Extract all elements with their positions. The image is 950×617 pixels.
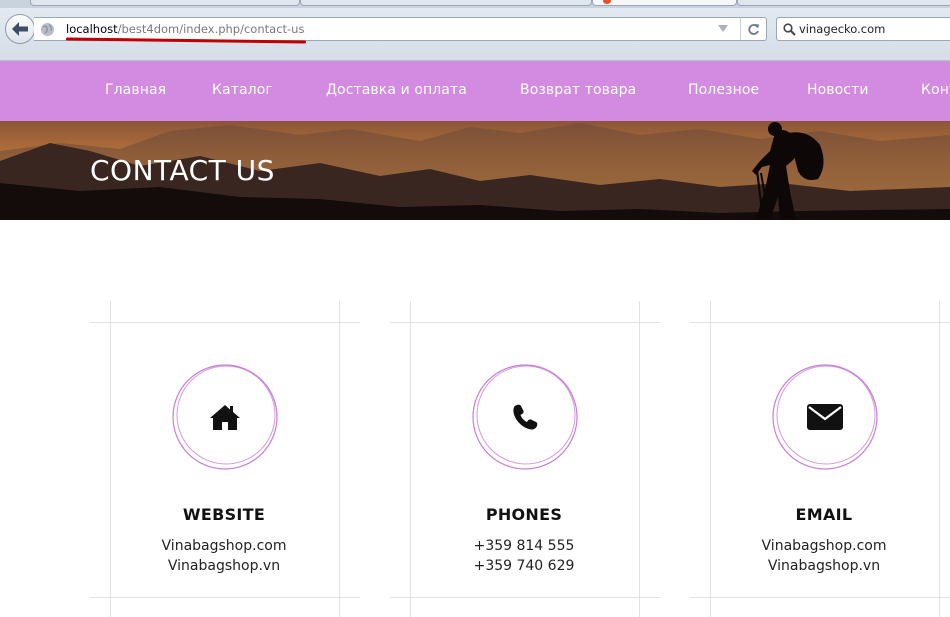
page-title: CONTACT US bbox=[90, 154, 275, 187]
contact-card-phones: PHONES +359 814 555 +359 740 629 bbox=[410, 322, 638, 617]
browser-tab-active[interactable] bbox=[592, 0, 737, 6]
icon-ring bbox=[770, 362, 880, 472]
email-address[interactable]: Vinabagshop.vn bbox=[710, 558, 938, 574]
address-bar[interactable]: localhost/best4dom/index.php/contact-us bbox=[34, 17, 767, 44]
nav-item-contacts[interactable]: Конт bbox=[921, 82, 950, 98]
nav-item-useful[interactable]: Полезное bbox=[688, 82, 759, 98]
globe-icon bbox=[41, 23, 54, 36]
hero-banner: CONTACT US bbox=[0, 121, 950, 220]
nav-item-returns[interactable]: Возврат товара bbox=[520, 82, 636, 98]
nav-item-catalog[interactable]: Каталог bbox=[212, 82, 273, 98]
website-link[interactable]: Vinabagshop.vn bbox=[110, 558, 338, 574]
search-bar[interactable] bbox=[776, 17, 950, 41]
envelope-icon bbox=[807, 404, 843, 430]
icon-ring bbox=[470, 362, 580, 472]
card-divider bbox=[939, 301, 940, 617]
card-divider bbox=[639, 301, 640, 617]
search-input[interactable] bbox=[799, 19, 949, 39]
contact-section: WEBSITE Vinabagshop.com Vinabagshop.vn P… bbox=[0, 220, 950, 617]
browser-tab[interactable] bbox=[300, 0, 592, 6]
contact-card-email: EMAIL Vinabagshop.com Vinabagshop.vn bbox=[710, 322, 938, 617]
contact-card-website: WEBSITE Vinabagshop.com Vinabagshop.vn bbox=[110, 322, 338, 617]
dropdown-arrow-icon[interactable] bbox=[718, 25, 728, 32]
nav-item-home[interactable]: Главная bbox=[105, 82, 166, 98]
phone-number[interactable]: +359 740 629 bbox=[410, 558, 638, 574]
card-title: EMAIL bbox=[795, 505, 853, 524]
phone-number[interactable]: +359 814 555 bbox=[410, 538, 638, 554]
arrow-left-icon bbox=[12, 22, 28, 36]
browser-toolbar: localhost/best4dom/index.php/contact-us bbox=[0, 0, 950, 61]
tab-strip bbox=[0, 0, 950, 8]
phone-icon bbox=[513, 404, 538, 430]
search-icon bbox=[783, 23, 796, 36]
url-text[interactable]: localhost/best4dom/index.php/contact-us bbox=[66, 22, 304, 36]
card-title: PHONES bbox=[485, 505, 563, 524]
browser-tab[interactable] bbox=[30, 0, 300, 6]
nav-item-delivery[interactable]: Доставка и оплата bbox=[326, 82, 467, 98]
url-path: /best4dom/index.php/contact-us bbox=[117, 22, 305, 36]
email-address[interactable]: Vinabagshop.com bbox=[710, 538, 938, 554]
browser-tab[interactable] bbox=[737, 0, 950, 6]
reload-icon bbox=[748, 23, 759, 35]
url-host: localhost bbox=[66, 22, 118, 36]
back-button[interactable] bbox=[5, 14, 35, 44]
icon-ring bbox=[170, 362, 280, 472]
home-icon bbox=[210, 405, 240, 430]
website-link[interactable]: Vinabagshop.com bbox=[110, 538, 338, 554]
main-nav: Главная Каталог Доставка и оплата Возвра… bbox=[0, 61, 950, 121]
card-divider bbox=[339, 301, 340, 617]
reload-button[interactable] bbox=[740, 18, 766, 40]
card-title: WEBSITE bbox=[182, 505, 266, 524]
nav-item-news[interactable]: Новости bbox=[807, 82, 869, 98]
red-underline-annotation bbox=[65, 37, 307, 44]
